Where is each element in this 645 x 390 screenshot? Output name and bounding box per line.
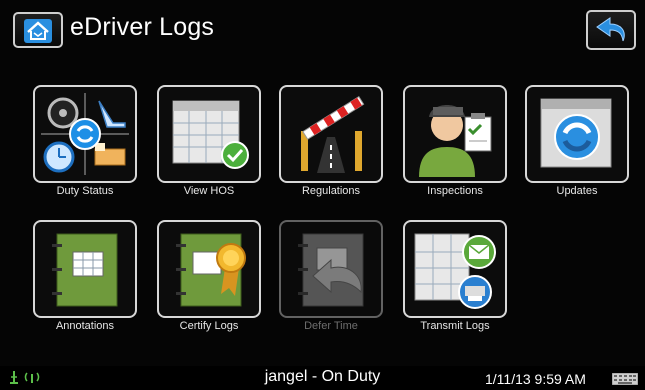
tile-certify-logs[interactable] — [157, 220, 261, 318]
tile-label: Inspections — [427, 185, 483, 197]
tile-label: Updates — [556, 185, 598, 197]
tile-label: Defer Time — [304, 320, 358, 332]
current-datetime: 1/11/13 9:59 AM — [485, 371, 586, 387]
status-bar: jangel - On Duty 1/11/13 9:59 AM — [0, 366, 645, 388]
tile-label: Certify Logs — [179, 320, 239, 332]
tile-annotations[interactable] — [33, 220, 137, 318]
tile-updates[interactable] — [525, 85, 629, 183]
tile-label: Duty Status — [56, 185, 114, 197]
back-button[interactable] — [586, 10, 636, 50]
edriver-logs-screen: eDriver Logs Duty Status View HOS Regula… — [0, 0, 645, 388]
tile-label: Regulations — [301, 185, 361, 197]
tile-label: View HOS — [183, 185, 235, 197]
tile-duty-status[interactable] — [33, 85, 137, 183]
tile-transmit-logs[interactable] — [403, 220, 507, 318]
tile-regulations[interactable] — [279, 85, 383, 183]
tile-label: Annotations — [55, 320, 115, 332]
tile-defer-time[interactable] — [279, 220, 383, 318]
page-title: eDriver Logs — [70, 13, 215, 41]
tile-view-hos[interactable] — [157, 85, 261, 183]
tile-label: Transmit Logs — [420, 320, 490, 332]
home-button[interactable] — [13, 12, 63, 48]
tile-inspections[interactable] — [403, 85, 507, 183]
keyboard-icon[interactable] — [611, 372, 639, 390]
